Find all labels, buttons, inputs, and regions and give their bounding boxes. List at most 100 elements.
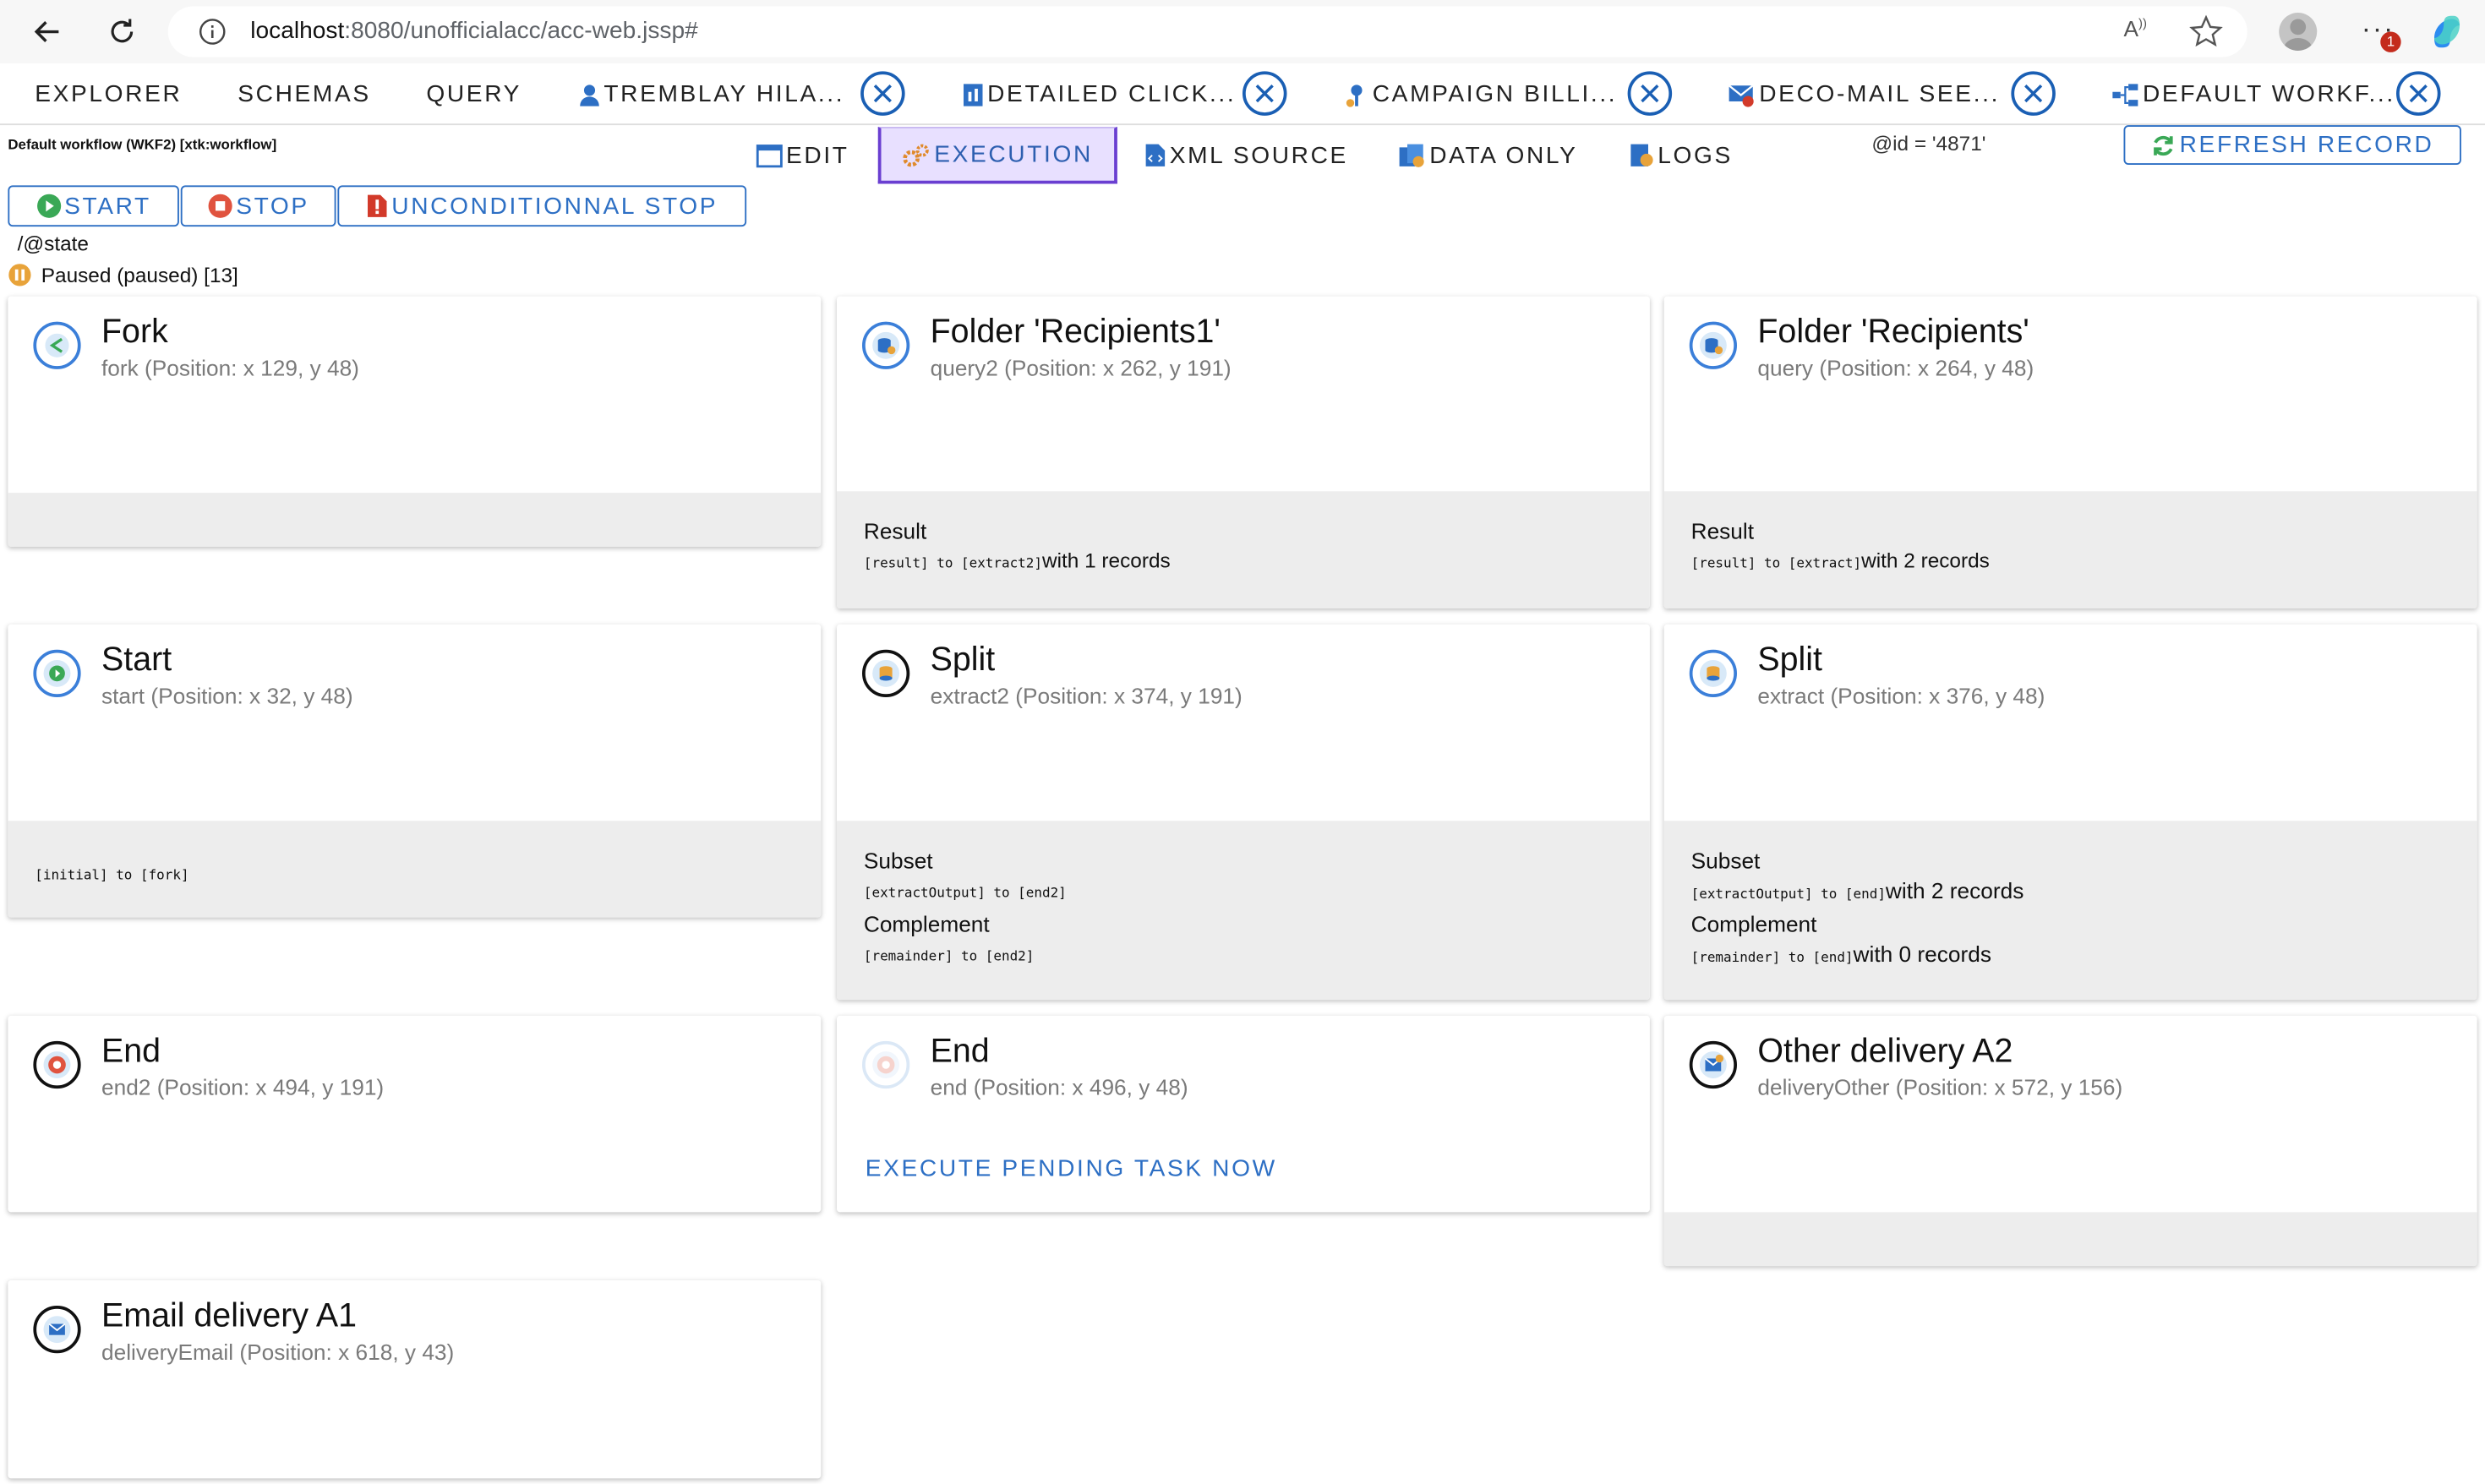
split-icon xyxy=(1689,649,1737,697)
activity-transitions: Result [result] to [extract2]with 1 reco… xyxy=(837,491,1650,608)
tab-label: DECO-MAIL SEE... xyxy=(1759,80,2001,108)
tab-record-tremblay[interactable]: TREMBLAY HILA... xyxy=(578,81,844,108)
stop-label: STOP xyxy=(236,192,309,220)
browser-toolbar: localhost:8080/unofficialacc/acc-web.jss… xyxy=(0,0,2485,63)
activity-card-extract[interactable]: Split extract (Position: x 376, y 48) Su… xyxy=(1663,624,2477,1001)
query-icon xyxy=(862,321,910,369)
activity-transitions xyxy=(8,493,822,547)
read-aloud-icon[interactable]: A)) xyxy=(2124,16,2148,41)
transition-label: Subset xyxy=(863,848,933,874)
workflow-title: Default workflow (WKF2) [xtk:workflow] xyxy=(8,136,277,152)
activity-title: End xyxy=(930,1033,990,1070)
activity-card-fork[interactable]: Fork fork (Position: x 129, y 48) xyxy=(8,296,822,547)
activity-title: Split xyxy=(1757,641,1822,679)
fork-icon xyxy=(33,321,81,369)
refresh-icon xyxy=(2151,133,2176,158)
tab-edit[interactable]: EDIT xyxy=(756,127,849,184)
transition-count: with 2 records xyxy=(1885,877,2024,903)
activity-subtitle: end (Position: x 496, y 48) xyxy=(930,1074,1188,1100)
close-tab-detailed-click-button[interactable] xyxy=(1242,71,1287,116)
tab-record-deco-mail[interactable]: DECO-MAIL SEE... xyxy=(1728,81,2000,108)
activity-subtitle: start (Position: x 32, y 48) xyxy=(101,683,353,709)
tab-label: EXECUTION xyxy=(934,140,1093,168)
refresh-record-button[interactable]: REFRESH RECORD xyxy=(2123,125,2461,165)
tab-label: CAMPAIGN BILLI... xyxy=(1372,80,1618,108)
report-icon xyxy=(962,82,984,107)
site-info-icon[interactable] xyxy=(198,18,227,54)
activity-title: Folder 'Recipients1' xyxy=(930,314,1221,351)
transition-line: [result] to [extract]with 2 records xyxy=(1691,548,1990,572)
end-icon xyxy=(862,1040,910,1089)
reload-icon[interactable] xyxy=(98,9,145,54)
delivery-icon xyxy=(1689,1040,1737,1089)
tab-label: DATA ONLY xyxy=(1429,141,1578,169)
transition-code: [remainder] to [end] xyxy=(1690,951,1854,967)
close-tab-tremblay-button[interactable] xyxy=(860,71,905,116)
tab-execution[interactable]: EXECUTION xyxy=(877,127,1117,184)
unconditional-stop-button[interactable]: UNCONDITIONNAL STOP xyxy=(337,185,747,227)
data-files-icon xyxy=(1398,143,1427,168)
transition-label: Result xyxy=(1690,518,1755,544)
activity-card-extract2[interactable]: Split extract2 (Position: x 374, y 191) … xyxy=(837,624,1650,1001)
activity-subtitle: query (Position: x 264, y 48) xyxy=(1757,355,2034,380)
notification-badge: 1 xyxy=(2380,31,2401,52)
tab-label: DEFAULT WORKF... xyxy=(2143,80,2395,108)
activity-title: Fork xyxy=(101,314,168,351)
transition-label: Complement xyxy=(1690,911,1817,937)
tab-record-campaign-billing[interactable]: CAMPAIGN BILLI... xyxy=(1344,81,1617,108)
activity-card-delivery-other[interactable]: Other delivery A2 deliveryOther (Positio… xyxy=(1663,1015,2477,1267)
activity-title: Split xyxy=(930,641,996,679)
activity-card-end[interactable]: End end (Position: x 496, y 48) EXECUTE … xyxy=(837,1015,1650,1213)
transition-line: [remainder] to [end2] xyxy=(864,941,1035,965)
tab-schemas[interactable]: SCHEMAS xyxy=(238,81,370,108)
start-label: START xyxy=(64,192,151,220)
activity-card-end2[interactable]: End end2 (Position: x 494, y 191) xyxy=(8,1015,822,1213)
tab-label: DETAILED CLICK... xyxy=(987,80,1237,108)
split-icon xyxy=(862,649,910,697)
tab-explorer[interactable]: EXPLORER xyxy=(35,81,182,108)
activity-transitions xyxy=(1663,1212,2477,1267)
execute-pending-task-button[interactable]: EXECUTE PENDING TASK NOW xyxy=(866,1155,1277,1182)
query-icon xyxy=(1689,321,1737,369)
transition-line: [extractOutput] to [end2] xyxy=(864,878,1067,902)
url-path: :8080/unofficialacc/acc-web.jssp# xyxy=(344,17,698,45)
close-icon xyxy=(1641,85,1659,103)
activity-card-query[interactable]: Folder 'Recipients' query (Position: x 2… xyxy=(1663,296,2477,608)
close-icon xyxy=(1255,85,1274,103)
tab-logs[interactable]: LOGS xyxy=(1630,127,1733,184)
close-tab-default-workflow-button[interactable] xyxy=(2396,71,2441,116)
activity-card-delivery-email[interactable]: Email delivery A1 deliveryEmail (Positio… xyxy=(8,1280,822,1479)
person-icon xyxy=(578,82,600,107)
transition-line: [remainder] to [end]with 0 records xyxy=(1691,941,1991,967)
transition-code: [extractOutput] to [end2] xyxy=(863,886,1067,902)
gears-icon xyxy=(903,142,931,167)
favorite-star-icon[interactable] xyxy=(2188,14,2223,57)
workflow-status: Paused (paused) [13] xyxy=(8,263,238,286)
profile-avatar[interactable] xyxy=(2279,13,2318,51)
activity-card-start[interactable]: Start start (Position: x 32, y 48) [init… xyxy=(8,624,822,918)
close-icon xyxy=(2409,85,2428,103)
tab-query[interactable]: QUERY xyxy=(426,81,522,108)
record-id: @id = '4871' xyxy=(1871,131,1986,155)
refresh-label: REFRESH RECORD xyxy=(2179,131,2434,159)
mail-error-icon xyxy=(1728,82,1756,107)
close-icon xyxy=(2024,85,2043,103)
close-tab-deco-mail-button[interactable] xyxy=(2011,71,2056,116)
stop-button[interactable]: STOP xyxy=(180,185,336,227)
activity-title: Email delivery A1 xyxy=(101,1297,358,1334)
activity-card-query2[interactable]: Folder 'Recipients1' query2 (Position: x… xyxy=(837,296,1650,608)
copilot-icon[interactable] xyxy=(2428,13,2466,58)
close-tab-campaign-billing-button[interactable] xyxy=(1627,71,1673,116)
transition-count: with 0 records xyxy=(1853,941,1991,967)
tab-record-default-workflow[interactable]: DEFAULT WORKF... xyxy=(2111,81,2395,108)
activity-subtitle: fork (Position: x 129, y 48) xyxy=(101,355,359,380)
unconditional-stop-label: UNCONDITIONNAL STOP xyxy=(391,192,718,220)
back-icon[interactable] xyxy=(24,9,71,54)
play-icon xyxy=(36,194,61,219)
tab-xml-source[interactable]: XML SOURCE xyxy=(1144,127,1348,184)
start-button[interactable]: START xyxy=(8,185,179,227)
tab-record-detailed-click[interactable]: DETAILED CLICK... xyxy=(962,81,1236,108)
url-text: localhost:8080/unofficialacc/acc-web.jss… xyxy=(250,18,697,45)
tab-data-only[interactable]: DATA ONLY xyxy=(1398,127,1578,184)
transition-code: [extractOutput] to [end] xyxy=(1690,887,1886,903)
